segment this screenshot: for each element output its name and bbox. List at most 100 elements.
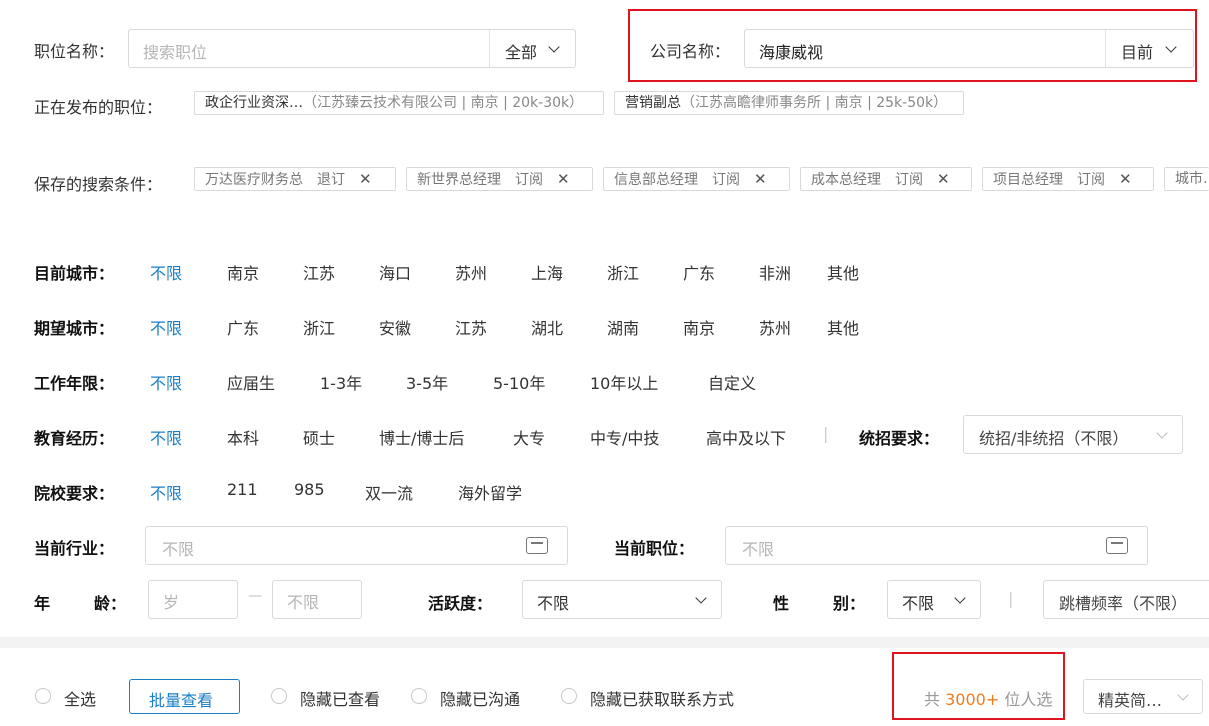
school-option[interactable]: 海外留学 [458, 480, 522, 504]
current-city-option[interactable]: 海口 [379, 260, 411, 284]
work-years-option-any[interactable]: 不限 [150, 370, 182, 394]
hide-contact-obtained-label[interactable]: 隐藏已获取联系方式 [590, 686, 734, 710]
select-all-label[interactable]: 全选 [64, 686, 96, 710]
work-years-option[interactable]: 10年以上 [590, 370, 658, 394]
candidate-total: 共 3000+ 位人选 [924, 686, 1052, 710]
current-city-option[interactable]: 其他 [827, 260, 859, 284]
view-mode-select[interactable]: 精英简… [1083, 679, 1203, 714]
subscribe-link[interactable]: 订阅 [1077, 172, 1105, 188]
school-option[interactable]: 211 [227, 480, 258, 499]
current-city-option-any[interactable]: 不限 [150, 260, 182, 284]
close-icon[interactable]: ✕ [557, 170, 570, 188]
job-hopping-select[interactable]: 跳槽频率（不限） [1043, 580, 1209, 619]
expected-city-option[interactable]: 浙江 [303, 315, 335, 339]
hide-viewed-label[interactable]: 隐藏已查看 [300, 686, 380, 710]
education-option[interactable]: 博士/博士后 [379, 425, 464, 449]
saved-search-tag[interactable]: 信息部总经理 订阅 ✕ [603, 167, 790, 191]
saved-search-tag[interactable]: 万达医疗财务总 退订 ✕ [194, 167, 396, 191]
job-search-input[interactable]: 搜索职位 [143, 39, 207, 63]
current-city-option[interactable]: 南京 [227, 260, 259, 284]
gender-select[interactable]: 不限 [887, 580, 981, 619]
school-option-any[interactable]: 不限 [150, 480, 182, 504]
expected-city-option[interactable]: 安徽 [379, 315, 411, 339]
expected-city-option[interactable]: 苏州 [759, 315, 791, 339]
subscribe-link[interactable]: 订阅 [895, 172, 923, 188]
company-search-input[interactable]: 海康威视 [759, 39, 823, 63]
education-option[interactable]: 本科 [227, 425, 259, 449]
school-option[interactable]: 985 [294, 480, 325, 499]
school-label: 院校要求： [34, 484, 115, 503]
education-option[interactable]: 硕士 [303, 425, 335, 449]
work-years-option[interactable]: 5-10年 [493, 370, 545, 394]
hide-contacted-checkbox[interactable] [411, 688, 427, 704]
gender-label-first: 性 [773, 594, 790, 613]
close-icon[interactable]: ✕ [754, 170, 767, 188]
work-years-custom-option[interactable]: 自定义 [708, 370, 756, 394]
expected-city-option[interactable]: 南京 [683, 315, 715, 339]
current-city-option[interactable]: 非洲 [759, 260, 791, 284]
view-mode-value: 精英简… [1098, 691, 1163, 710]
saved-search-name: 万达医疗财务总 [205, 172, 303, 188]
unified-requirement-select[interactable]: 统招/非统招（不限） [963, 415, 1183, 454]
subscribe-link[interactable]: 订阅 [712, 172, 740, 188]
saved-search-tag[interactable]: 城市… [1164, 167, 1209, 191]
current-city-option[interactable]: 浙江 [607, 260, 639, 284]
current-position-picker[interactable]: 不限 [725, 526, 1148, 565]
age-max-input[interactable]: 不限 [272, 580, 362, 619]
job-search-box[interactable]: 搜索职位 全部 [128, 29, 576, 68]
age-min-input[interactable]: 岁 [148, 580, 238, 619]
age-min-placeholder: 岁 [163, 593, 180, 612]
current-industry-picker[interactable]: 不限 [145, 526, 568, 565]
close-icon[interactable]: ✕ [937, 170, 950, 188]
chevron-down-icon [1165, 41, 1177, 53]
activity-value: 不限 [537, 594, 570, 613]
current-city-option[interactable]: 上海 [531, 260, 563, 284]
saved-search-name: 城市… [1175, 171, 1209, 187]
chevron-down-icon [695, 592, 707, 604]
education-option[interactable]: 中专/中技 [590, 425, 659, 449]
expected-city-option-any[interactable]: 不限 [150, 315, 182, 339]
picker-icon [1106, 537, 1128, 554]
education-label: 教育经历： [34, 429, 115, 448]
close-icon[interactable]: ✕ [359, 170, 372, 188]
publishing-job-title: 营销副总 [625, 95, 681, 111]
company-scope-select[interactable]: 目前 [1121, 39, 1153, 63]
current-city-option[interactable]: 苏州 [455, 260, 487, 284]
hide-contact-obtained-checkbox[interactable] [561, 688, 577, 704]
select-all-checkbox[interactable] [35, 688, 51, 704]
current-city-option[interactable]: 江苏 [303, 260, 335, 284]
publishing-job-tag[interactable]: 营销副总（江苏高瞻律师事务所 | 南京 | 25k-50k） [614, 91, 964, 115]
current-city-option[interactable]: 广东 [683, 260, 715, 284]
publishing-job-detail: （江苏高瞻律师事务所 | 南京 | 25k-50k） [681, 95, 948, 111]
expected-city-option[interactable]: 江苏 [455, 315, 487, 339]
education-option[interactable]: 高中及以下 [706, 425, 786, 449]
activity-select[interactable]: 不限 [522, 580, 722, 619]
education-option[interactable]: 大专 [513, 425, 545, 449]
expected-city-option[interactable]: 广东 [227, 315, 259, 339]
school-option[interactable]: 双一流 [365, 480, 413, 504]
company-search-box[interactable]: 海康威视 目前 [744, 29, 1194, 68]
publishing-job-tag[interactable]: 政企行业资深…（江苏臻云技术有限公司 | 南京 | 20k-30k） [194, 91, 604, 115]
expected-city-option[interactable]: 其他 [827, 315, 859, 339]
batch-view-button[interactable]: 批量查看 [129, 679, 240, 714]
gender-value: 不限 [902, 594, 935, 613]
work-years-option[interactable]: 3-5年 [406, 370, 448, 394]
saved-search-tag[interactable]: 新世界总经理 订阅 ✕ [406, 167, 593, 191]
job-scope-select[interactable]: 全部 [505, 39, 537, 63]
job-hopping-value: 跳槽频率（不限） [1059, 594, 1188, 613]
subscribe-link[interactable]: 订阅 [515, 172, 543, 188]
publishing-job-title: 政企行业资深… [205, 95, 303, 111]
close-icon[interactable]: ✕ [1119, 170, 1132, 188]
unsubscribe-link[interactable]: 退订 [317, 172, 345, 188]
saved-search-tag[interactable]: 成本总经理 订阅 ✕ [800, 167, 972, 191]
expected-city-option[interactable]: 湖北 [531, 315, 563, 339]
education-option-any[interactable]: 不限 [150, 425, 182, 449]
hide-contacted-label[interactable]: 隐藏已沟通 [440, 686, 520, 710]
current-industry-label: 当前行业： [34, 539, 115, 558]
saved-search-tag[interactable]: 项目总经理 订阅 ✕ [982, 167, 1154, 191]
expected-city-option[interactable]: 湖南 [607, 315, 639, 339]
work-years-option[interactable]: 1-3年 [320, 370, 362, 394]
hide-viewed-checkbox[interactable] [271, 688, 287, 704]
chevron-down-icon [954, 592, 966, 604]
work-years-option[interactable]: 应届生 [227, 370, 275, 394]
